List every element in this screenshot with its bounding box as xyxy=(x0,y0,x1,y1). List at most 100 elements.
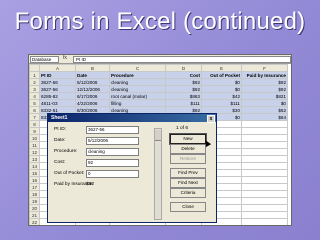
record-scrollbar[interactable] xyxy=(154,128,162,220)
close-button[interactable]: Close xyxy=(170,202,206,212)
row-header[interactable]: 6 xyxy=(29,106,40,114)
field-label-procedure: Procedure: xyxy=(54,149,78,154)
find-prev-button[interactable]: Find Prev xyxy=(170,168,206,178)
restore-button[interactable]: Restore xyxy=(170,154,206,164)
table-cell[interactable] xyxy=(241,120,288,128)
table-cell[interactable] xyxy=(241,141,288,149)
table-cell[interactable]: $92 xyxy=(241,85,288,93)
table-cell[interactable]: Date xyxy=(75,71,110,79)
table-cell[interactable]: $62 xyxy=(241,106,288,114)
row-header[interactable]: 19 xyxy=(29,197,40,205)
table-cell[interactable]: 6285-82 xyxy=(39,92,76,100)
row-header[interactable]: 5 xyxy=(29,99,40,107)
column-header[interactable]: F xyxy=(241,64,288,72)
table-cell[interactable]: $92 xyxy=(165,85,202,93)
table-cell[interactable] xyxy=(241,197,288,205)
table-cell[interactable] xyxy=(241,183,288,191)
table-cell[interactable]: cleaning xyxy=(109,78,166,86)
table-cell[interactable]: 5/12/2006 xyxy=(75,78,110,86)
table-cell[interactable] xyxy=(241,162,288,170)
column-header[interactable]: C xyxy=(109,64,166,72)
pt-id-field[interactable]: 3627-56 xyxy=(86,126,139,134)
table-cell[interactable]: $821 xyxy=(241,92,288,100)
row-header[interactable]: 11 xyxy=(29,141,40,149)
table-cell[interactable] xyxy=(241,127,288,135)
table-cell[interactable]: 4811-03 xyxy=(39,99,76,107)
table-cell[interactable]: $92 xyxy=(241,78,288,86)
table-cell[interactable]: Pt ID xyxy=(39,71,76,79)
formula-input[interactable]: Pt ID xyxy=(73,56,291,63)
row-header[interactable]: 13 xyxy=(29,155,40,163)
table-cell[interactable] xyxy=(241,190,288,198)
table-cell[interactable]: $0 xyxy=(201,85,242,93)
table-cell[interactable]: Paid by Insurance xyxy=(241,71,288,79)
row-header[interactable]: 8 xyxy=(29,120,40,128)
row-header[interactable]: 10 xyxy=(29,134,40,142)
row-header[interactable]: 15 xyxy=(29,169,40,177)
column-header[interactable]: B xyxy=(75,64,110,72)
row-header[interactable]: 3 xyxy=(29,85,40,93)
row-header[interactable]: 12 xyxy=(29,148,40,156)
row-header[interactable]: 9 xyxy=(29,127,40,135)
table-cell[interactable] xyxy=(241,204,288,212)
field-label-date: Date: xyxy=(54,138,66,143)
table-cell[interactable]: 3627-56 xyxy=(39,85,76,93)
column-header[interactable]: D xyxy=(165,64,202,72)
corner-cell[interactable] xyxy=(29,64,40,72)
record-counter: 1 of 6 xyxy=(176,126,189,131)
table-cell[interactable]: Out of Pocket xyxy=(201,71,242,79)
table-cell[interactable]: root canal (molar) xyxy=(109,92,166,100)
table-cell[interactable]: $92 xyxy=(165,78,202,86)
scrollbar-thumb[interactable] xyxy=(155,130,161,141)
table-cell[interactable]: $111 xyxy=(165,99,202,107)
row-header[interactable]: 16 xyxy=(29,176,40,184)
table-cell[interactable] xyxy=(241,218,288,225)
column-header[interactable]: E xyxy=(201,64,242,72)
table-cell[interactable]: Cost xyxy=(165,71,202,79)
dialog-title-bar[interactable]: Sheet1 x xyxy=(48,114,216,123)
table-cell[interactable]: 6/17/2006 xyxy=(75,92,110,100)
table-cell[interactable]: $0 xyxy=(241,99,288,107)
table-cell[interactable]: $64 xyxy=(241,113,288,121)
table-cell[interactable]: Procedure xyxy=(109,71,166,79)
delete-button[interactable]: Delete xyxy=(170,144,206,154)
close-icon[interactable]: x xyxy=(207,115,215,123)
table-cell[interactable] xyxy=(241,155,288,163)
row-header[interactable]: 22 xyxy=(29,218,40,225)
procedure-field[interactable]: cleaning xyxy=(86,148,139,156)
row-header[interactable]: 7 xyxy=(29,113,40,121)
table-cell[interactable]: 4/22/2006 xyxy=(75,99,110,107)
data-form-dialog: Sheet1 x Pt ID: 3627-56 Date: 5/12/2006 … xyxy=(47,113,217,223)
table-cell[interactable]: 12/12/2006 xyxy=(75,85,110,93)
date-field[interactable]: 5/12/2006 xyxy=(86,137,139,145)
table-cell[interactable]: $863 xyxy=(165,92,202,100)
table-cell[interactable]: $42 xyxy=(201,92,242,100)
row-header[interactable]: 18 xyxy=(29,190,40,198)
field-label-pt-id: Pt ID: xyxy=(54,127,66,132)
table-cell[interactable]: cleaning xyxy=(109,85,166,93)
table-cell[interactable] xyxy=(241,134,288,142)
row-header[interactable]: 2 xyxy=(29,78,40,86)
table-cell[interactable] xyxy=(241,169,288,177)
out-of-pocket-field[interactable]: 0 xyxy=(86,170,139,178)
criteria-button[interactable]: Criteria xyxy=(170,188,206,198)
row-header[interactable]: 21 xyxy=(29,211,40,219)
table-cell[interactable]: 3627-56 xyxy=(39,78,76,86)
column-header[interactable]: A xyxy=(39,64,76,72)
row-header[interactable]: 14 xyxy=(29,162,40,170)
table-cell[interactable] xyxy=(241,148,288,156)
row-header[interactable]: 4 xyxy=(29,92,40,100)
row-header[interactable]: 20 xyxy=(29,204,40,212)
table-cell[interactable]: $111 xyxy=(201,99,242,107)
row-header[interactable]: 1 xyxy=(29,71,40,79)
cost-field[interactable]: 92 xyxy=(86,159,139,167)
excel-screenshot: Database fx Pt ID A B C D E F 1 Pt ID Da… xyxy=(28,54,292,226)
row-header[interactable]: 17 xyxy=(29,183,40,191)
name-box[interactable]: Database xyxy=(30,56,59,63)
table-cell[interactable] xyxy=(241,211,288,219)
table-cell[interactable] xyxy=(241,176,288,184)
table-cell[interactable]: $0 xyxy=(201,78,242,86)
new-button[interactable]: New xyxy=(169,133,207,145)
table-cell[interactable]: filling xyxy=(109,99,166,107)
find-next-button[interactable]: Find Next xyxy=(170,178,206,188)
